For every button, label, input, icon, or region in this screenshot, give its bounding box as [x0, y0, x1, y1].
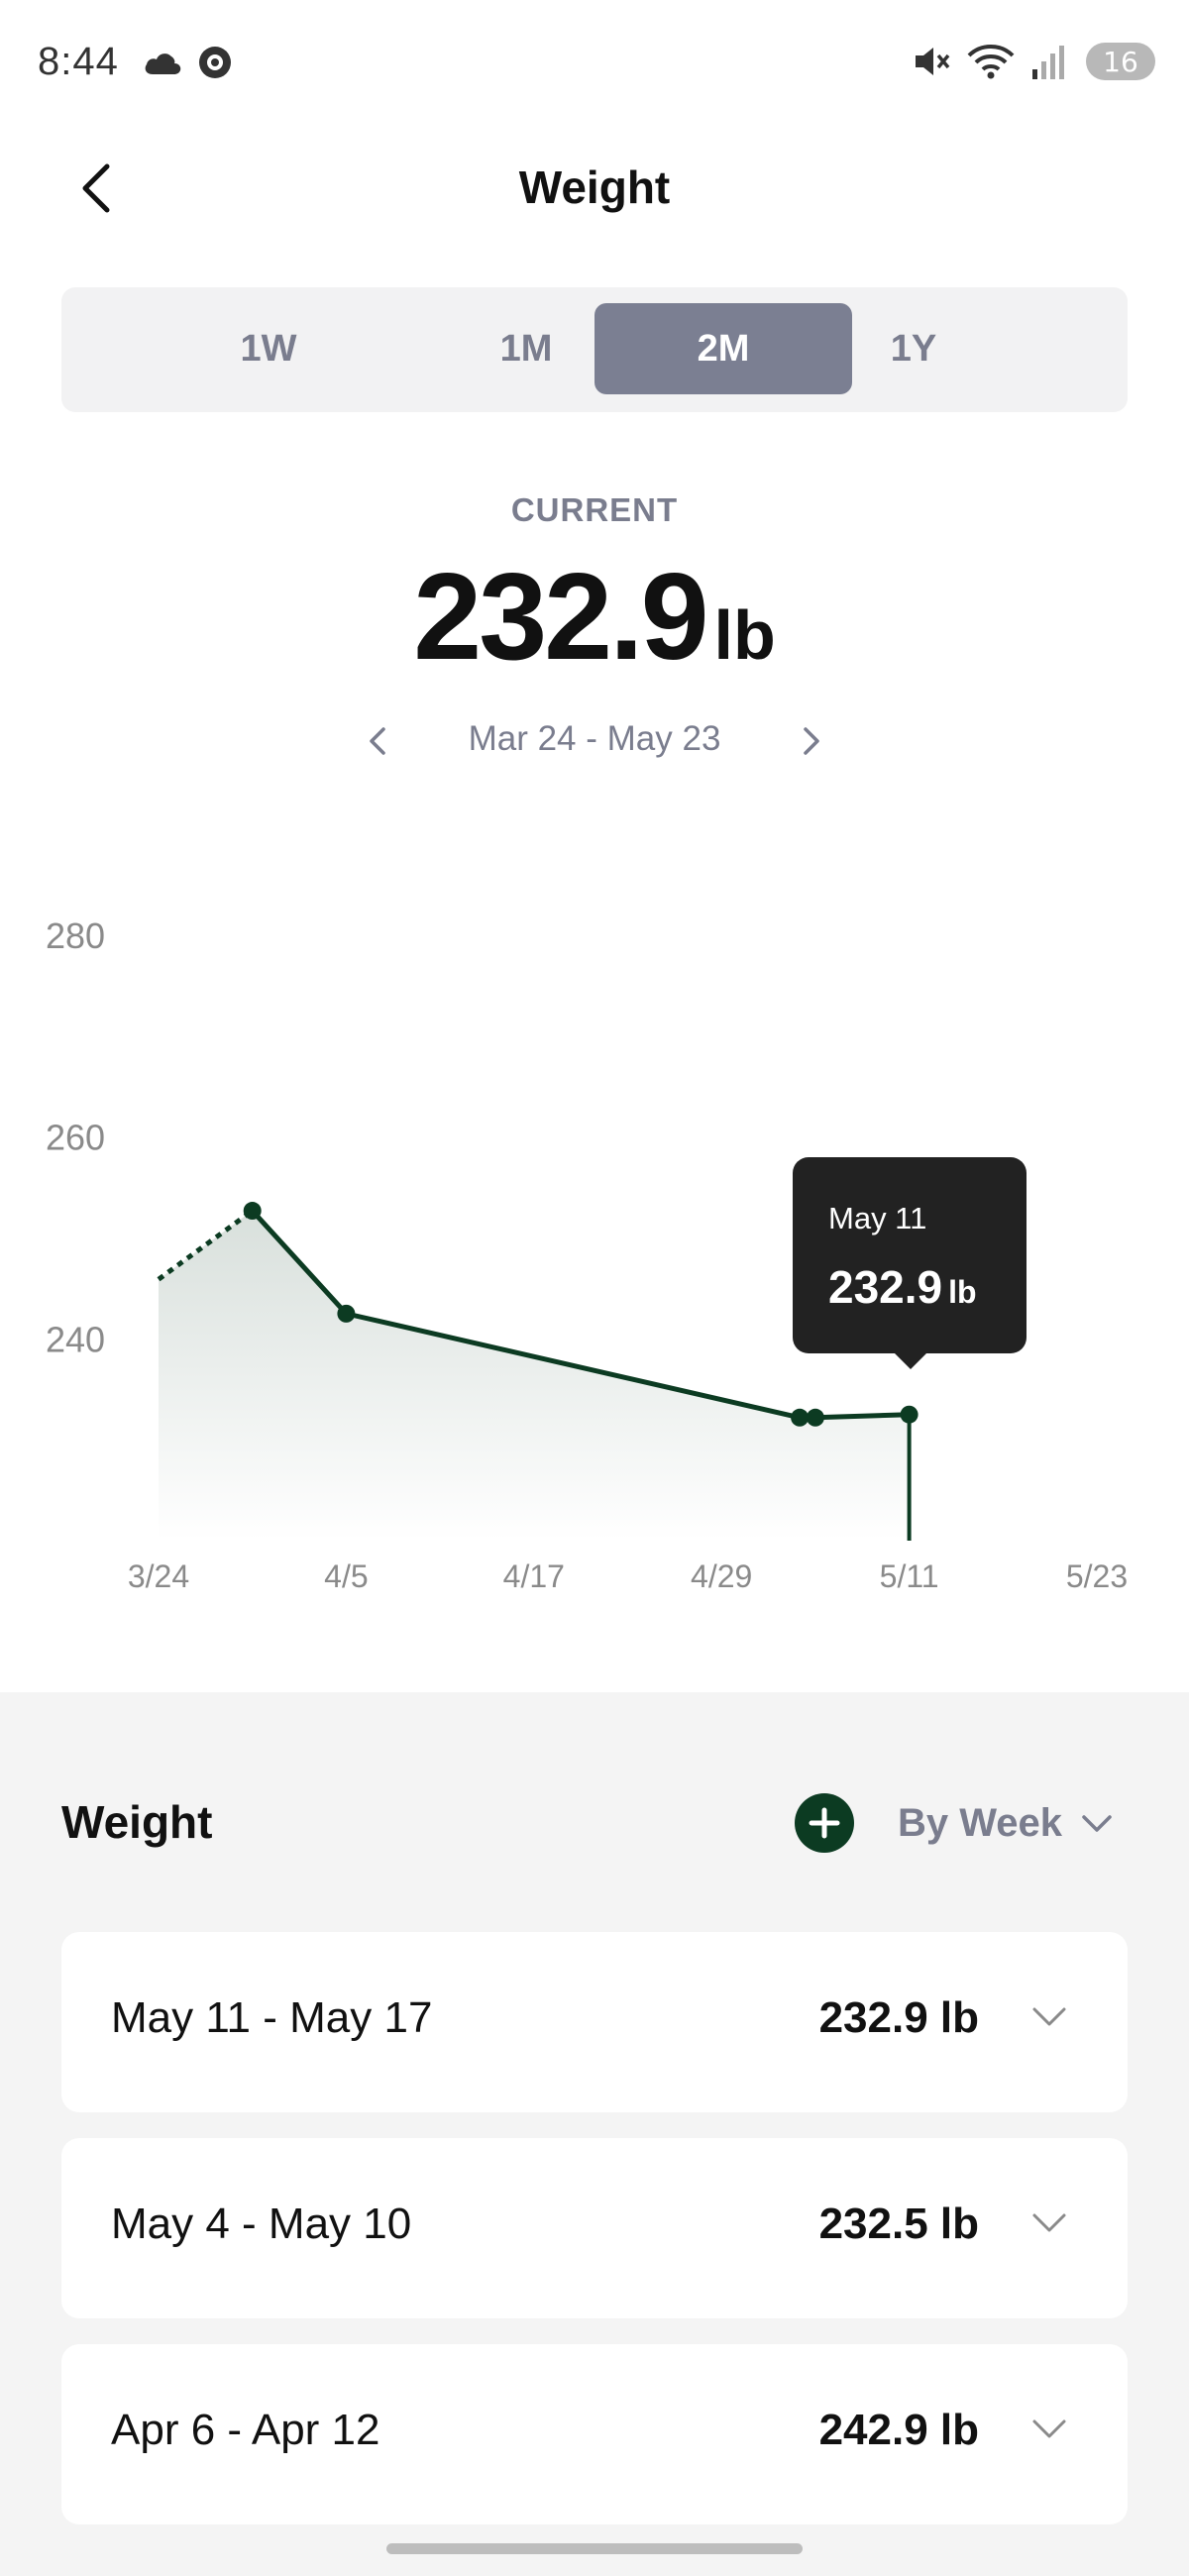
- data-point: [791, 1408, 810, 1427]
- chevron-down-icon[interactable]: [1027, 1993, 1072, 2039]
- signal-icon: [1032, 46, 1064, 79]
- segment-1w[interactable]: 1W: [140, 303, 397, 394]
- current-weight-unit: lb: [713, 596, 776, 674]
- add-weight-button[interactable]: [795, 1793, 854, 1853]
- week-range: Apr 6 - Apr 12: [111, 2406, 380, 2454]
- x-tick-label: 4/5: [324, 1558, 368, 1594]
- group-by-dropdown[interactable]: By Week: [898, 1795, 1118, 1851]
- cloud-icon: [145, 54, 181, 74]
- data-point: [900, 1405, 919, 1424]
- home-indicator: [386, 2543, 803, 2554]
- x-tick-label: 5/11: [880, 1558, 939, 1594]
- chevron-down-icon[interactable]: [1027, 2406, 1072, 2451]
- chevron-right-icon: [804, 727, 819, 755]
- segment-1y[interactable]: 1Y: [785, 303, 1042, 394]
- list-item[interactable]: May 4 - May 10 232.5 lb: [61, 2138, 1128, 2318]
- x-tick-label: 5/23: [1066, 1558, 1128, 1594]
- tooltip-date: May 11: [828, 1201, 927, 1235]
- tooltip-value-unit: lb: [948, 1274, 977, 1310]
- chevron-down-icon: [1082, 1815, 1112, 1832]
- battery-icon: 16: [1086, 43, 1155, 80]
- chevron-down-icon[interactable]: [1027, 2200, 1072, 2245]
- data-point: [337, 1304, 356, 1323]
- data-point: [243, 1202, 262, 1221]
- week-weight: 232.5 lb: [818, 2200, 979, 2248]
- current-label: CURRENT: [510, 491, 679, 528]
- current-weight: 232.9 lb: [0, 547, 1189, 688]
- page-title: Weight: [518, 161, 671, 213]
- tooltip-arrow: [895, 1353, 926, 1369]
- week-weight: 232.9 lb: [818, 1993, 979, 2042]
- week-range: May 4 - May 10: [111, 2200, 412, 2248]
- x-tick-label: 4/17: [503, 1558, 565, 1594]
- x-tick-label: 3/24: [128, 1558, 189, 1594]
- list-item[interactable]: Apr 6 - Apr 12 242.9 lb: [61, 2344, 1128, 2524]
- current-weight-value: 232.9: [413, 549, 708, 686]
- chevron-left-icon: [370, 727, 385, 755]
- tooltip-value: 232.9 lb: [828, 1260, 977, 1314]
- chart-tooltip: May 11 232.9 lb: [793, 1157, 1027, 1353]
- list-item[interactable]: May 11 - May 17 232.9 lb: [61, 1932, 1128, 2112]
- status-time: 8:44: [38, 40, 119, 83]
- y-tick-label: 260: [46, 1118, 105, 1158]
- x-tick-label: 4/29: [691, 1558, 752, 1594]
- previous-range-button[interactable]: [357, 719, 400, 763]
- data-point: [806, 1408, 824, 1427]
- list-title: Weight: [61, 1796, 213, 1848]
- tooltip-value-number: 232.9: [828, 1261, 943, 1313]
- date-range-label: Mar 24 - May 23: [468, 719, 721, 758]
- y-tick-label: 280: [46, 915, 105, 956]
- group-by-label: By Week: [898, 1800, 1063, 1845]
- record-icon: [199, 47, 231, 78]
- mute-icon: [916, 48, 950, 75]
- status-left-icons: [143, 44, 234, 81]
- next-range-button[interactable]: [789, 719, 832, 763]
- plus-icon: [809, 1807, 840, 1839]
- date-range-navigator: Mar 24 - May 23: [0, 715, 1189, 767]
- time-range-segmented-control: 1W 1M 2M 1Y: [61, 287, 1128, 412]
- status-right-icons: 16: [912, 42, 1155, 81]
- week-weight: 242.9 lb: [818, 2406, 979, 2454]
- wifi-icon: [967, 45, 1015, 79]
- week-range: May 11 - May 17: [111, 1993, 433, 2042]
- y-tick-label: 240: [46, 1319, 105, 1359]
